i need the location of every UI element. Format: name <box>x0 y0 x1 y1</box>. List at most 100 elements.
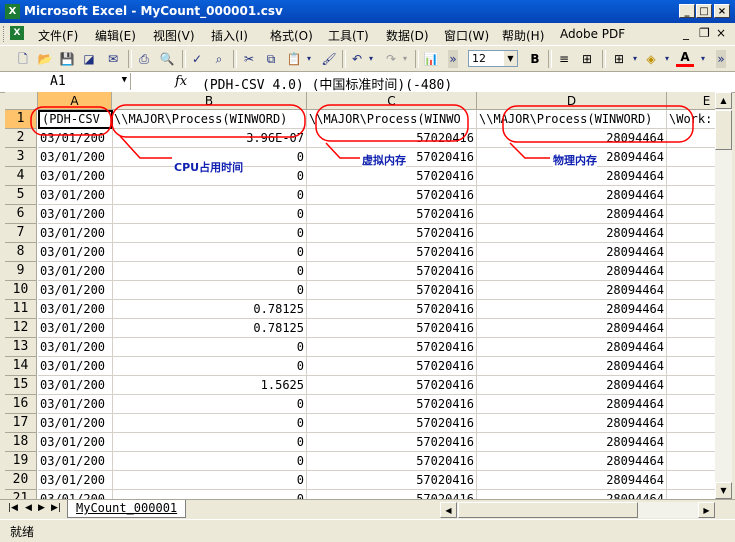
cell-a[interactable]: 03/01/200 <box>38 300 113 319</box>
cell-a[interactable]: 03/01/200 <box>38 243 113 262</box>
cell-b[interactable]: 0 <box>112 243 307 262</box>
cell-b[interactable]: 0 <box>112 452 307 471</box>
scroll-down-icon[interactable]: ▼ <box>715 482 732 499</box>
cell-d[interactable]: 28094464 <box>477 433 667 452</box>
format-painter-icon[interactable]: 🖌 <box>320 50 338 68</box>
cell-a[interactable]: 03/01/200 <box>38 452 113 471</box>
row-header[interactable]: 8 <box>5 243 37 262</box>
font-color-icon[interactable]: A <box>676 50 694 67</box>
cell-e[interactable] <box>667 376 715 395</box>
new-icon[interactable]: 🗋 <box>14 50 32 68</box>
cell-d[interactable]: 28094464 <box>477 471 667 490</box>
menubar-grip[interactable] <box>3 26 7 42</box>
cell-a[interactable]: 03/01/200 <box>38 148 113 167</box>
email-icon[interactable]: ✉ <box>104 50 122 68</box>
row-header[interactable]: 20 <box>5 471 37 490</box>
cell-a[interactable]: 03/01/200 <box>38 129 113 148</box>
cell-b[interactable]: 0.78125 <box>112 319 307 338</box>
select-all-corner[interactable] <box>5 92 38 110</box>
copy-icon[interactable]: ⧉ <box>262 50 280 68</box>
toolbar-options-icon[interactable]: » <box>448 50 458 68</box>
cell-d[interactable]: 28094464 <box>477 490 667 499</box>
workbook-icon[interactable]: X <box>10 26 24 40</box>
cell-d[interactable]: 28094464 <box>477 281 667 300</box>
close-button[interactable]: × <box>714 4 730 18</box>
cell-e[interactable] <box>667 129 715 148</box>
cell-c[interactable]: 57020416 <box>307 338 477 357</box>
menu-data[interactable]: 数据(D) <box>386 27 429 44</box>
cell-a[interactable]: 03/01/200 <box>38 414 113 433</box>
cell-e[interactable] <box>667 148 715 167</box>
bold-button[interactable]: B <box>526 50 544 68</box>
row-header[interactable]: 21 <box>5 490 37 499</box>
cell-e[interactable] <box>667 395 715 414</box>
cell-d[interactable]: 28094464 <box>477 205 667 224</box>
font-size-combo[interactable]: 12 ▼ <box>468 50 518 67</box>
cell-b[interactable]: 0 <box>112 357 307 376</box>
cell-e[interactable] <box>667 471 715 490</box>
chart-wizard-icon[interactable]: 📊 <box>422 50 440 68</box>
cell-b[interactable]: 0 <box>112 471 307 490</box>
column-header-e[interactable]: E <box>667 92 715 110</box>
cell-c1[interactable]: \\MAJOR\Process(WINWO <box>307 110 477 129</box>
chevron-down-icon[interactable]: ▼ <box>504 51 517 66</box>
vertical-scrollbar[interactable]: ▲ ▼ <box>715 92 732 499</box>
cell-c[interactable]: 57020416 <box>307 186 477 205</box>
scroll-right-icon[interactable]: ▶ <box>698 502 715 518</box>
chevron-down-icon[interactable]: ▼ <box>122 75 127 85</box>
scroll-left-icon[interactable]: ◀ <box>440 502 457 518</box>
menu-file[interactable]: 文件(F) <box>38 27 78 44</box>
fill-dropdown-icon[interactable]: ▾ <box>658 50 676 68</box>
scroll-up-icon[interactable]: ▲ <box>715 92 732 109</box>
cell-d[interactable]: 28094464 <box>477 414 667 433</box>
column-header-b[interactable]: B <box>112 92 307 110</box>
cell-c[interactable]: 57020416 <box>307 452 477 471</box>
insert-function-icon[interactable]: fx <box>175 74 187 89</box>
cell-a[interactable]: 03/01/200 <box>38 471 113 490</box>
cell-c[interactable]: 57020416 <box>307 129 477 148</box>
cell-e[interactable] <box>667 224 715 243</box>
font-color-dropdown-icon[interactable]: ▾ <box>694 50 712 68</box>
redo-dropdown-icon[interactable]: ▾ <box>396 50 414 68</box>
cell-a[interactable]: 03/01/200 <box>38 433 113 452</box>
menu-adobe-pdf[interactable]: Adobe PDF <box>560 27 625 41</box>
scroll-thumb[interactable] <box>458 502 638 518</box>
cell-a[interactable]: 03/01/200 <box>38 281 113 300</box>
cell-a[interactable]: 03/01/200 <box>38 262 113 281</box>
cell-b[interactable]: 0.78125 <box>112 300 307 319</box>
cell-e[interactable] <box>667 205 715 224</box>
cell-a[interactable]: 03/01/200 <box>38 167 113 186</box>
next-sheet-icon[interactable]: ▶ <box>38 503 45 513</box>
merge-center-icon[interactable]: ⊞ <box>578 50 596 68</box>
cell-c[interactable]: 57020416 <box>307 357 477 376</box>
print-icon[interactable]: ⎙ <box>135 50 153 68</box>
menu-edit[interactable]: 编辑(E) <box>95 27 136 44</box>
cell-e[interactable] <box>667 338 715 357</box>
formula-input[interactable]: (PDH-CSV 4.0) (中国标准时间)(-480) <box>202 74 452 93</box>
row-header[interactable]: 6 <box>5 205 37 224</box>
menu-insert[interactable]: 插入(I) <box>211 27 248 44</box>
permission-icon[interactable]: ◪ <box>80 50 98 68</box>
cell-e1[interactable]: \Work: <box>667 110 715 129</box>
column-header-c[interactable]: C <box>307 92 477 110</box>
cell-c[interactable]: 57020416 <box>307 319 477 338</box>
cut-icon[interactable]: ✂ <box>240 50 258 68</box>
row-header[interactable]: 9 <box>5 262 37 281</box>
cell-b[interactable]: 0 <box>112 205 307 224</box>
cell-c[interactable]: 57020416 <box>307 205 477 224</box>
cell-b[interactable]: 1.5625 <box>112 376 307 395</box>
name-box[interactable]: A1 ▼ <box>5 73 131 90</box>
cell-e[interactable] <box>667 186 715 205</box>
menu-window[interactable]: 窗口(W) <box>444 27 489 44</box>
cell-e[interactable] <box>667 490 715 499</box>
cell-b[interactable]: 0 <box>112 490 307 499</box>
row-header[interactable]: 19 <box>5 452 37 471</box>
cell-b1[interactable]: \\MAJOR\Process(WINWORD) <box>112 110 307 129</box>
first-sheet-icon[interactable]: |◀ <box>8 503 18 513</box>
scroll-thumb[interactable] <box>715 110 732 150</box>
cell-b[interactable]: 3.96E-07 <box>112 129 307 148</box>
cell-b[interactable]: 0 <box>112 433 307 452</box>
print-preview-icon[interactable]: 🔍 <box>158 50 176 68</box>
cell-b[interactable]: 0 <box>112 281 307 300</box>
cell-b[interactable]: 0 <box>112 338 307 357</box>
